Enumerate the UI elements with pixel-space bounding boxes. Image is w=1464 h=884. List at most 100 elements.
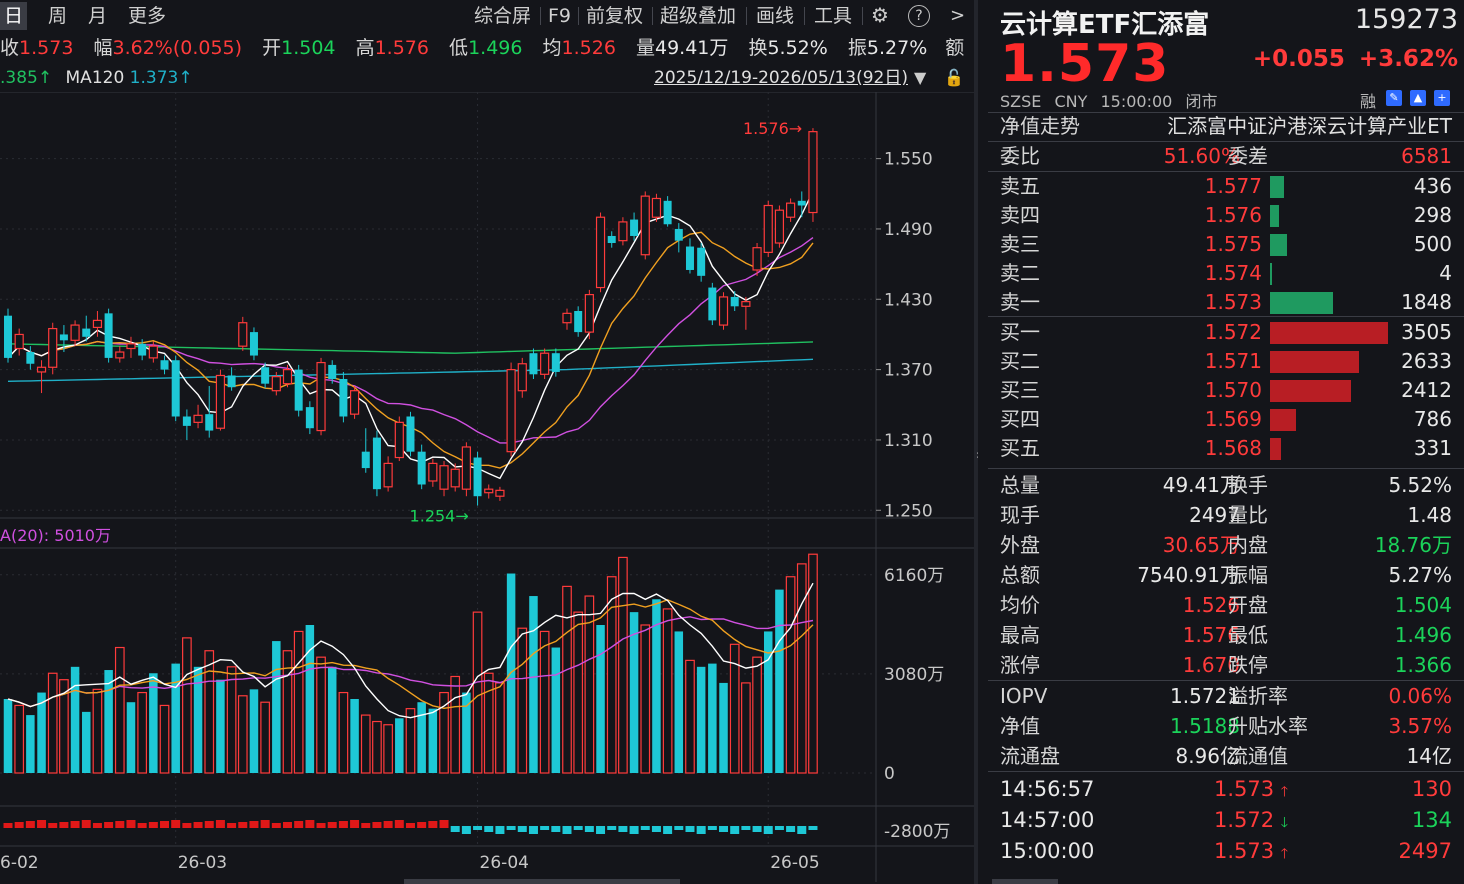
macd-bar-red [81,820,91,828]
volume-bar-up [260,701,270,774]
candle-body-up [651,197,662,218]
date-range-link[interactable]: 2025/12/19-2026/05/13(92日) [654,66,908,90]
macd-bar-cyan [774,826,784,830]
macd-bar-cyan [730,826,740,834]
candle-body-up [215,374,226,429]
fund-stat-row: 净值 1.5188 升贴水率 3.57% [1000,712,1452,741]
macd-bar-cyan [484,826,494,832]
macd-bar-red [92,823,102,828]
macd-bar-cyan [607,826,617,830]
volume-bar-down [428,708,438,773]
period-week-tab[interactable]: 周 [44,2,71,30]
volume-bar-up [450,675,461,774]
pencil-icon[interactable]: ✎ [1386,90,1402,106]
macd-bar-red [283,822,292,828]
bid-row[interactable]: 买一 1.572 3505 [1000,318,1452,347]
stat-label: 总额 [1000,563,1040,587]
candle-body-down [227,375,236,388]
tick-row[interactable]: 15:00:00 1.573 🡑 2497 [1000,836,1452,866]
volume-bar-up [360,714,371,774]
ask-volume-bar [1270,205,1280,227]
volume-bar-up [47,672,58,774]
period-more-tab[interactable]: 更多 [124,2,170,30]
range-value: 3.62%(0.055) [112,37,243,59]
alert-icon[interactable]: ▲ [1410,90,1426,106]
stat-row: 总量 49.41万 换手 5.52% [1000,471,1452,500]
ask-row[interactable]: 卖一 1.573 1848 [1000,288,1452,317]
candle-body-down [797,200,806,206]
draw-line-button[interactable]: 画线 [756,2,794,30]
macd-bar-red [260,820,270,828]
candle-body-up [316,361,326,432]
tick-qty: 134 [1411,808,1452,832]
help-icon[interactable]: ? [908,5,930,27]
bid-row[interactable]: 买五 1.568 331 [1000,434,1452,463]
low-value: 1.496 [468,37,523,59]
volume-ma-label: A(20): 5010万 [0,526,111,545]
ask-volume-bar [1270,292,1333,314]
volume-bar-down [26,715,35,773]
volume-bar-up [517,627,528,774]
bid-row[interactable]: 买二 1.571 2633 [1000,347,1452,376]
kline-chart[interactable]: 1.550 1.490 1.430 1.370 1.310 1.250 6160万 3080万… [0,92,974,882]
bid-row[interactable]: 买三 1.570 2412 [1000,376,1452,405]
candle-body-up [14,333,24,350]
stat-value: 7540.91万 [1137,563,1240,587]
candle-body-down [261,367,270,384]
fund-stat-label: 流通盘 [1000,744,1060,768]
candle-body-up [718,296,729,326]
macd-bar-cyan [473,826,483,830]
bid-level-label: 买一 [1000,320,1040,344]
forward-adjust-button[interactable]: 前复权 [586,2,643,30]
stat-row: 总额 7540.91万 振幅 5.27% [1000,561,1452,590]
volume-bar-down [3,699,13,773]
macd-bar-red [37,820,47,828]
period-month-tab[interactable]: 月 [84,2,111,30]
add-icon[interactable]: + [1434,90,1450,106]
chart-scrollbar[interactable] [404,879,680,884]
tick-row[interactable]: 14:57:00 1.572 🡓 134 [1000,805,1452,835]
macd-bar-cyan [562,826,572,834]
macd-bar-red [361,823,371,828]
ask-row[interactable]: 卖三 1.575 500 [1000,230,1452,259]
ask-price: 1.575 [1204,232,1262,256]
ask-row[interactable]: 卖二 1.574 4 [1000,259,1452,288]
ask-row[interactable]: 卖五 1.577 436 [1000,172,1452,201]
stock-code: 159273 [1354,4,1458,35]
ask-row[interactable]: 卖四 1.576 298 [1000,201,1452,230]
candle-body-down [473,457,482,497]
super-overlay-button[interactable]: 超级叠加 [660,2,736,30]
open-value: 1.504 [281,37,336,59]
bid-row[interactable]: 买四 1.569 786 [1000,405,1452,434]
tick-qty: 2497 [1398,839,1452,863]
tick-row[interactable]: 14:56:57 1.573 🡑 130 [1000,774,1452,804]
volume-bar-down [629,612,639,773]
stat-label: 均价 [1000,593,1040,617]
tick-scrollbar[interactable] [992,879,1058,884]
bid-level-label: 买五 [1000,436,1040,460]
candle-body-up [741,301,751,307]
macd-bar-cyan [763,826,773,834]
volume-axis-label: 6160万 [884,566,944,586]
weibi-row: 委比 51.60% 委差 6581 [1000,142,1452,171]
candle-body-up [763,204,773,253]
gear-icon[interactable]: ⚙ [870,5,890,25]
volume-bar-up [472,611,483,774]
candle-body-up [126,343,136,350]
price-axis-label: 1.370 [884,361,933,381]
macd-bar-red [417,822,427,828]
lock-icon[interactable]: 🔓 [944,68,964,87]
tools-button[interactable]: 工具 [814,2,852,30]
nav-trend-row[interactable]: 净值走势 汇添富中证沪港深云计算产业ET [1000,112,1452,141]
macd-bar-cyan [584,826,594,832]
macd-bar-cyan [719,826,729,832]
composite-screen-button[interactable]: 综合屏 [474,2,531,30]
fund-fullname: 汇添富中证沪港深云计算产业ET [1167,114,1452,138]
stat-row: 现手 2497 量比 1.48 [1000,501,1452,530]
candle-body-up [506,369,516,453]
f9-button[interactable]: F9 [548,2,571,30]
dropdown-triangle-icon[interactable]: ▼ [914,68,926,87]
chevron-right-icon[interactable]: > [950,2,965,30]
period-day-tab[interactable]: 日 [0,2,28,30]
macd-bar-red [338,821,348,828]
